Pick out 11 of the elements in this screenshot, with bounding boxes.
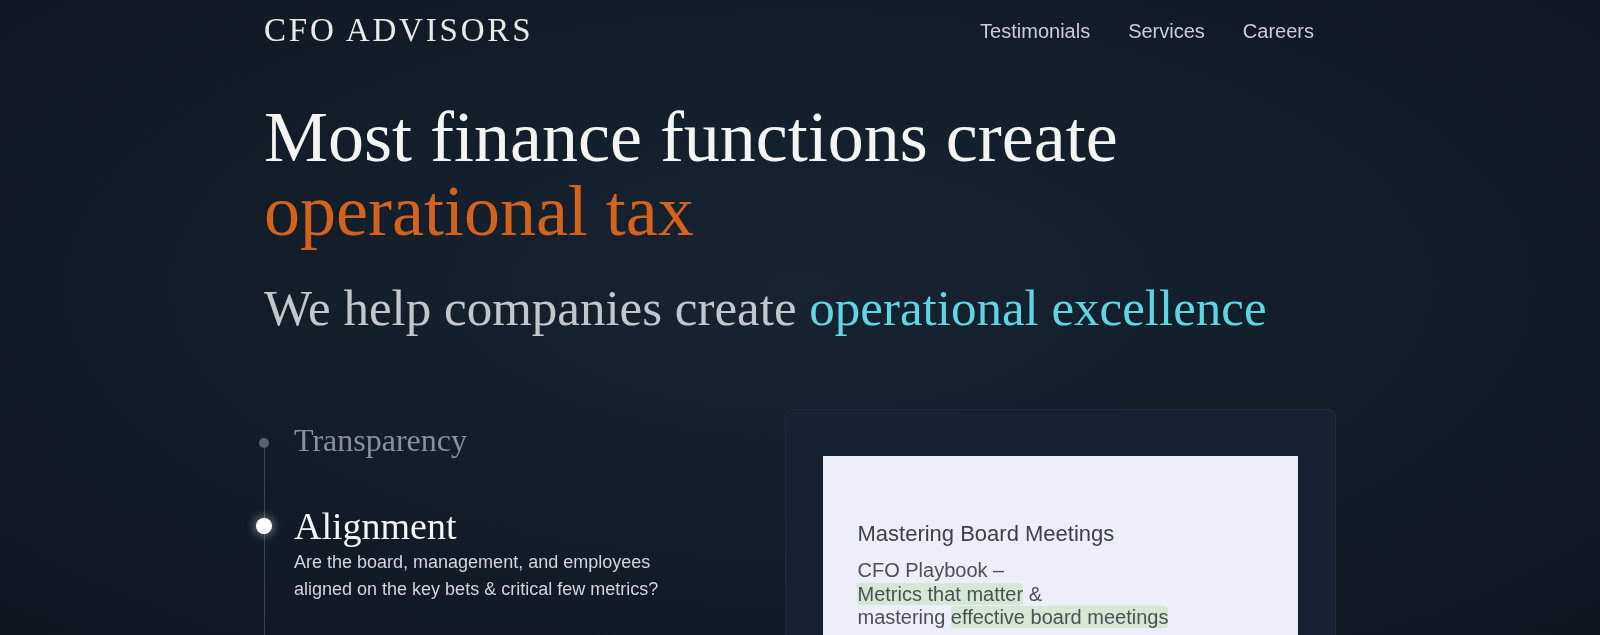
nav-link[interactable]: Careers	[1242, 17, 1314, 45]
pillar-tab[interactable]: Transparency	[294, 420, 467, 460]
nav-link[interactable]: Testimonials	[980, 17, 1091, 45]
subheadline: We help companies create operational excellence	[264, 280, 1268, 336]
document-text: CFO Playbook – Metrics that matter & mastering effective board meetings	[857, 559, 1170, 630]
document-title: Mastering Board Meetings	[857, 520, 1116, 548]
logo-wordmark[interactable]: CFO ADVISORS	[264, 13, 534, 47]
headline: Most finance functions create operational tax	[264, 100, 1119, 248]
pillar-tab[interactable]: Alignment	[294, 503, 457, 549]
nav-link[interactable]: Services	[1128, 17, 1205, 45]
pillar-description: Are the board, management, and employees aligned on the key bets & critical few metrics?	[294, 551, 660, 601]
